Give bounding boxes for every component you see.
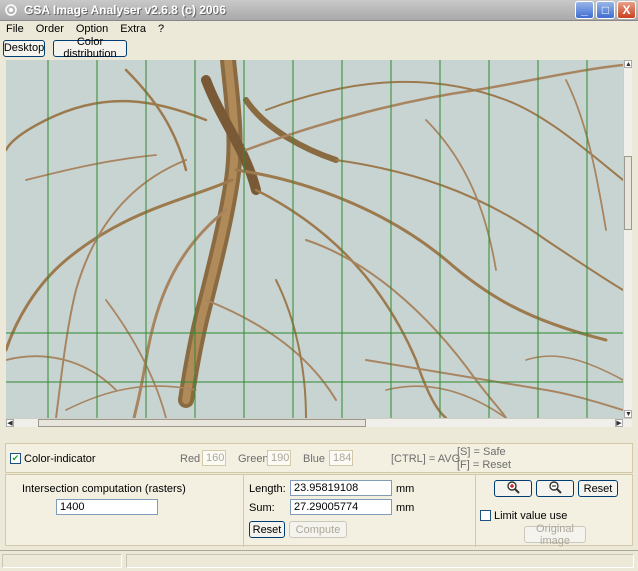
vertical-scrollbar[interactable]: ▲ ▼ (623, 60, 632, 418)
status-cell (126, 554, 634, 568)
zoom-in-icon (506, 480, 520, 497)
view-reset-button[interactable]: Reset (578, 480, 618, 497)
length-unit: mm (396, 483, 415, 495)
intersection-value-field[interactable]: 1400 (56, 499, 158, 515)
menu-file[interactable]: File (6, 23, 24, 35)
controls-panel: Intersection computation (rasters) 1400 … (5, 474, 633, 547)
divider (243, 475, 244, 547)
color-panel: ✔ Color-indicator Red 160 Green 190 Blue… (5, 443, 633, 473)
limit-value-label: Limit value use (494, 510, 568, 522)
arrow-right-icon[interactable]: ▶ (615, 419, 623, 427)
color-indicator-checkbox[interactable]: ✔ (10, 453, 21, 464)
desktop-button[interactable]: Desktop (3, 39, 45, 57)
image-canvas[interactable] (6, 60, 623, 418)
original-image-button[interactable]: Original image (524, 523, 586, 547)
compute-button[interactable]: Compute (289, 521, 347, 538)
sum-unit: mm (396, 502, 415, 514)
status-bar (0, 550, 638, 571)
red-label: Red (180, 453, 201, 465)
window-title: GSA Image Analyser v2.6.8 (c) 2006 (24, 3, 226, 17)
length-value-field[interactable]: 23.95819108 (290, 480, 392, 496)
root-image (6, 60, 623, 418)
arrow-down-icon[interactable]: ▼ (624, 410, 632, 418)
color-distribution-button[interactable]: Color distribution (53, 36, 127, 60)
length-label: Length: (249, 483, 286, 495)
title-bar[interactable]: GSA Image Analyser v2.6.8 (c) 2006 _ □ X (0, 0, 638, 21)
zoom-out-icon (548, 480, 562, 497)
measure-reset-button[interactable]: Reset (249, 521, 285, 538)
menu-help[interactable]: ? (158, 23, 164, 35)
green-value-field[interactable]: 190 (267, 450, 291, 466)
intersection-title: Intersection computation (rasters) (22, 483, 186, 495)
save-hint: [S] = Safe (457, 446, 506, 458)
green-label: Green (238, 453, 269, 465)
checkmark-icon: ✔ (11, 453, 20, 463)
minimize-button[interactable]: _ (575, 1, 594, 19)
sum-label: Sum: (249, 502, 275, 514)
close-button[interactable]: X (617, 1, 636, 19)
limit-value-checkbox[interactable] (480, 510, 491, 521)
menu-extra[interactable]: Extra (120, 23, 146, 35)
ctrl-avg-hint: [CTRL] = AVG (391, 453, 461, 465)
menu-bar: File Order Option Extra ? (0, 21, 638, 37)
arrow-up-icon[interactable]: ▲ (624, 60, 632, 68)
app-logo-icon (4, 3, 18, 17)
zoom-in-button[interactable] (494, 480, 532, 497)
status-cell (2, 554, 122, 568)
zoom-out-button[interactable] (536, 480, 574, 497)
horizontal-scrollbar[interactable]: ◀ ▶ (6, 418, 632, 427)
toolbar: Desktop Color distribution (0, 36, 638, 60)
color-indicator-label: Color-indicator (24, 453, 96, 465)
red-value-field[interactable]: 160 (202, 450, 226, 466)
menu-option[interactable]: Option (76, 23, 108, 35)
divider (475, 475, 476, 547)
menu-order[interactable]: Order (36, 23, 64, 35)
vertical-scroll-thumb[interactable] (624, 156, 632, 230)
sum-value-field[interactable]: 27.29005774 (290, 499, 392, 515)
reset-hint: [F] = Reset (457, 459, 512, 471)
horizontal-scroll-thumb[interactable] (38, 419, 366, 427)
arrow-left-icon[interactable]: ◀ (6, 419, 14, 427)
blue-label: Blue (303, 453, 326, 465)
blue-value-field[interactable]: 184 (329, 450, 353, 466)
maximize-button[interactable]: □ (596, 1, 615, 19)
